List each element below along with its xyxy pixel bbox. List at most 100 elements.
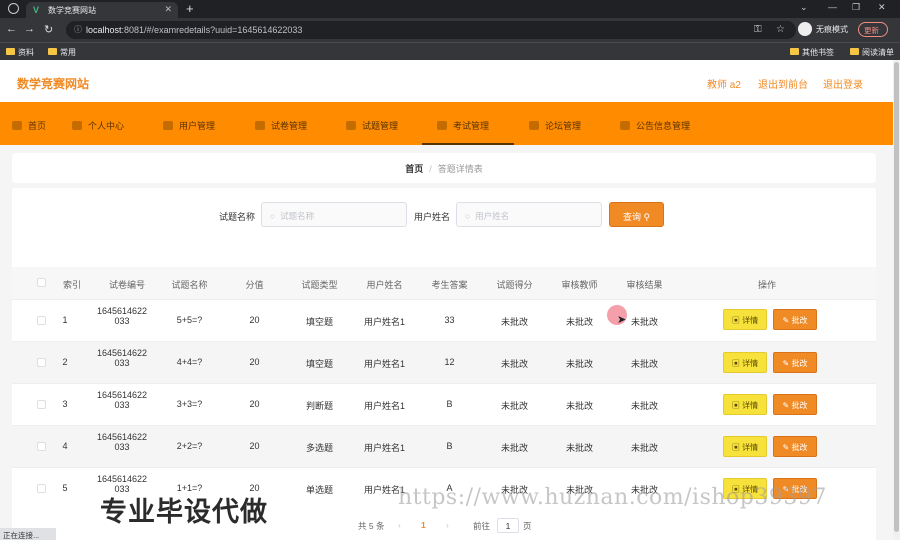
cell-index: 4 — [62, 441, 68, 451]
cell-user: 用户姓名1 — [363, 443, 405, 453]
th-result: 审核结果 — [626, 280, 663, 290]
detail-icon: ▣ — [731, 359, 743, 368]
cell-result: 未批改 — [630, 443, 658, 453]
pagination-total: 共 5 条 — [358, 521, 385, 531]
cell-index: 5 — [62, 483, 68, 493]
prev-page-icon[interactable]: ‹ — [398, 520, 401, 530]
bookmark-other[interactable]: 其他书签 — [790, 47, 834, 58]
th-question: 试题名称 — [171, 280, 208, 290]
th-user: 用户姓名 — [366, 280, 403, 290]
menu-label: 公告信息管理 — [636, 121, 691, 131]
cell-answer: 33 — [444, 315, 455, 325]
row-checkbox[interactable] — [37, 442, 46, 451]
maximize-icon[interactable]: ❐ — [852, 2, 860, 13]
tab-close-icon[interactable]: ✕ — [164, 4, 172, 15]
bookmark-changyong[interactable]: 常用 — [48, 47, 76, 58]
detail-button[interactable]: ▣ 详情 — [723, 436, 767, 457]
bookmarks-bar: 资料 常用 其他书签 阅读清单 — [0, 42, 900, 60]
menu-user-management[interactable]: 用户管理 — [163, 102, 215, 145]
th-type: 试题类型 — [301, 280, 338, 290]
back-to-front-link[interactable]: 退出到前台 — [758, 76, 808, 91]
user-name-label: 用户姓名 — [414, 212, 451, 222]
close-window-icon[interactable]: ✕ — [878, 2, 886, 13]
row-checkbox[interactable] — [37, 316, 46, 325]
cell-type: 填空题 — [305, 317, 333, 327]
back-icon[interactable]: ← — [6, 23, 17, 35]
paper-no-line2: 033 — [114, 442, 130, 452]
menu-forum-management[interactable]: 论坛管理 — [529, 102, 581, 145]
users-icon — [163, 121, 173, 130]
question-name-input[interactable]: ○ 试题名称 — [261, 202, 407, 227]
page-number-current[interactable]: 1 — [421, 520, 426, 530]
paper-no-line1: 1645614622 — [96, 432, 148, 442]
paper-no-line2: 033 — [114, 400, 130, 410]
reading-list[interactable]: 阅读清单 — [850, 47, 894, 58]
detail-icon: ▣ — [731, 443, 743, 452]
forward-icon[interactable]: → — [24, 23, 35, 35]
cell-question: 5+5=? — [176, 315, 203, 325]
cell-question: 3+3=? — [176, 399, 203, 409]
new-tab-icon[interactable]: + — [186, 1, 194, 16]
next-page-icon[interactable]: › — [446, 520, 449, 530]
search-icon: ○ — [270, 211, 276, 221]
cell-got: 未批改 — [500, 401, 528, 411]
vue-favicon-icon: V — [33, 5, 40, 15]
menu-exam-management[interactable]: 考试管理 — [422, 102, 514, 145]
th-score: 分值 — [245, 280, 264, 290]
cell-type: 填空题 — [305, 359, 333, 369]
goto-page-input[interactable]: 1 — [497, 518, 519, 533]
query-label: 查询 — [623, 212, 642, 222]
browser-toolbar: ← → ↻ ⓘ localhost:8081/#/examredetails?u… — [0, 18, 900, 42]
reload-icon[interactable]: ↻ — [44, 23, 53, 36]
cell-teacher: 未批改 — [565, 443, 593, 453]
breadcrumb: 首页 / 答题详情表 — [12, 153, 876, 183]
question-placeholder: 试题名称 — [280, 211, 315, 221]
scrollbar-thumb[interactable] — [894, 62, 899, 532]
detail-label: 详情 — [742, 316, 759, 325]
info-icon[interactable]: ⓘ — [74, 24, 82, 35]
detail-button[interactable]: ▣ 详情 — [723, 352, 767, 373]
th-answer: 考生答案 — [431, 280, 468, 290]
breadcrumb-home[interactable]: 首页 — [405, 164, 423, 174]
review-button[interactable]: ✎ 批改 — [773, 394, 817, 415]
th-index: 索引 — [62, 280, 81, 290]
minimize-icon[interactable]: — — [828, 2, 837, 12]
browser-tab[interactable]: V 数学竞赛网站 ✕ — [26, 2, 178, 18]
globe-icon — [8, 3, 19, 14]
row-checkbox[interactable] — [37, 358, 46, 367]
row-checkbox[interactable] — [37, 484, 46, 493]
review-button[interactable]: ✎ 批改 — [773, 436, 817, 457]
bookmark-ziliao[interactable]: 资料 — [6, 47, 34, 58]
tab-search-icon[interactable]: ⌄ — [800, 2, 808, 13]
row-checkbox[interactable] — [37, 400, 46, 409]
cell-paper-no: 1645614622 033 — [87, 432, 157, 452]
table-row: 3 1645614622 033 3+3=? 20 判断题 用户姓名1 B 未批改… — [12, 383, 876, 425]
menu-paper-management[interactable]: 试卷管理 — [255, 102, 307, 145]
review-button[interactable]: ✎ 批改 — [773, 352, 817, 373]
detail-icon: ▣ — [731, 401, 743, 410]
menu-personal-center[interactable]: 个人中心 — [72, 102, 124, 145]
logout-link[interactable]: 退出登录 — [823, 76, 863, 91]
menu-label: 用户管理 — [179, 121, 216, 131]
cell-result: 未批改 — [630, 359, 658, 369]
url-host: localhost — [86, 25, 122, 35]
menu-notice-management[interactable]: 公告信息管理 — [620, 102, 690, 145]
address-bar[interactable]: ⓘ localhost:8081/#/examredetails?uuid=16… — [66, 21, 796, 39]
menu-label: 个人中心 — [88, 121, 125, 131]
menu-label: 试题管理 — [362, 121, 399, 131]
menu-question-management[interactable]: 试题管理 — [346, 102, 398, 145]
paper-no-line2: 033 — [114, 358, 130, 368]
update-button[interactable]: 更新 — [858, 22, 888, 37]
query-button[interactable]: 查询 ⚲ — [609, 202, 664, 227]
key-icon[interactable]: ⚿ — [754, 24, 762, 35]
review-button[interactable]: ✎ 批改 — [773, 309, 817, 330]
detail-button[interactable]: ▣ 详情 — [723, 309, 767, 330]
menu-home[interactable]: 首页 — [12, 102, 46, 145]
cell-teacher: 未批改 — [565, 401, 593, 411]
detail-button[interactable]: ▣ 详情 — [723, 394, 767, 415]
cell-teacher: 未批改 — [565, 317, 593, 327]
select-all-checkbox[interactable] — [37, 278, 46, 287]
user-name-input[interactable]: ○ 用户姓名 — [456, 202, 602, 227]
star-icon[interactable]: ☆ — [776, 24, 785, 35]
user-label: 教师 a2 — [707, 80, 741, 91]
